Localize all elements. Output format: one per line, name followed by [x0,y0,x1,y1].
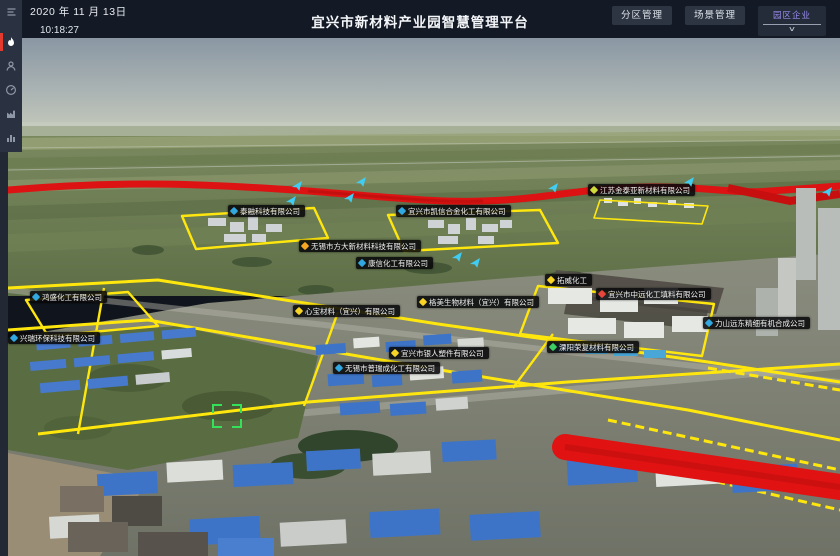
bar-chart-icon[interactable] [0,126,22,150]
fire-icon[interactable] [0,30,22,54]
company-category-icon [705,319,713,327]
company-category-icon [590,186,598,194]
sidebar [0,0,22,152]
menu-icon[interactable] [0,0,22,24]
company-tag[interactable]: 泰融科技有限公司 [228,205,305,217]
company-tag-label: 兴瑞环保科技有限公司 [20,333,95,344]
gauge-icon[interactable] [0,78,22,102]
factory-icon[interactable] [0,102,22,126]
company-category-icon [301,242,309,250]
company-tag-label: 江苏金泰亚新材料有限公司 [600,185,690,196]
company-tag[interactable]: 江苏金泰亚新材料有限公司 [588,184,695,196]
company-tag[interactable]: 格美生物材料（宜兴）有限公司 [417,296,539,308]
company-tag-label: 无锡市普瑞成化工有限公司 [345,363,435,374]
company-category-icon [547,276,555,284]
company-category-icon [335,364,343,372]
company-category-icon [549,343,557,351]
chevron-down-icon: ∨ [738,26,840,34]
company-category-icon [598,290,606,298]
company-tag-label: 宜兴市中远化工填料有限公司 [608,289,706,300]
company-tag[interactable]: 宜兴市中远化工填料有限公司 [596,288,711,300]
company-tag[interactable]: 溧阳荣复材料有限公司 [547,341,639,353]
company-tag[interactable]: 宜兴市银人塑件有限公司 [389,347,489,359]
company-tag[interactable]: 鸿盛化工有限公司 [30,291,107,303]
company-category-icon [295,307,303,315]
park-enterprise-dropdown[interactable]: 园区企业 ∨ [758,6,826,36]
company-category-icon [391,349,399,357]
company-tag[interactable]: 无锡市方大新材料科技有限公司 [299,240,421,252]
company-category-icon [10,334,18,342]
topbar-controls: 分区管理 场景管理 园区企业 ∨ [612,6,826,36]
company-category-icon [32,293,40,301]
scene-management-button[interactable]: 场景管理 [685,6,745,25]
company-category-icon [398,207,406,215]
page-title: 宜兴市新材料产业园智慧管理平台 [311,11,529,31]
company-tag-label: 格美生物材料（宜兴）有限公司 [429,297,534,308]
top-bar: 2020 年 11 月 13日 10:18:27 宜兴市新材料产业园智慧管理平台… [0,0,840,38]
company-tag-label: 无锡市方大新材料科技有限公司 [311,241,416,252]
company-tag-label: 心宝材料（宜兴）有限公司 [305,306,395,317]
company-tag-label: 宜兴市凯信合金化工有限公司 [408,206,506,217]
company-tag[interactable]: 康信化工有限公司 [356,257,433,269]
date-text: 2020 年 11 月 13日 [30,4,127,19]
company-tag-label: 力山远东精细有机合成公司 [715,318,805,329]
company-tag[interactable]: 宜兴市凯信合金化工有限公司 [396,205,511,217]
user-icon[interactable] [0,54,22,78]
company-tag-label: 拓威化工 [557,275,587,286]
company-tag[interactable]: 无锡市普瑞成化工有限公司 [333,362,440,374]
company-tag-label: 溧阳荣复材料有限公司 [559,342,634,353]
company-tag[interactable]: 拓威化工 [545,274,592,286]
company-tag[interactable]: 力山远东精细有机合成公司 [703,317,810,329]
company-category-icon [419,298,427,306]
dropdown-divider [763,24,821,25]
company-category-icon [230,207,238,215]
company-tag[interactable]: 心宝材料（宜兴）有限公司 [293,305,400,317]
company-category-icon [358,259,366,267]
dropdown-label: 园区企业 [758,9,826,21]
datetime-block: 2020 年 11 月 13日 10:18:27 [30,4,127,36]
company-tag-label: 鸿盛化工有限公司 [42,292,102,303]
sidebar-strip [0,152,8,556]
time-text: 10:18:27 [40,25,127,36]
company-tag[interactable]: 兴瑞环保科技有限公司 [8,332,100,344]
company-tag-label: 康信化工有限公司 [368,258,428,269]
zone-management-button[interactable]: 分区管理 [612,6,672,25]
company-tag-label: 宜兴市银人塑件有限公司 [401,348,484,359]
company-tag-label: 泰融科技有限公司 [240,206,300,217]
